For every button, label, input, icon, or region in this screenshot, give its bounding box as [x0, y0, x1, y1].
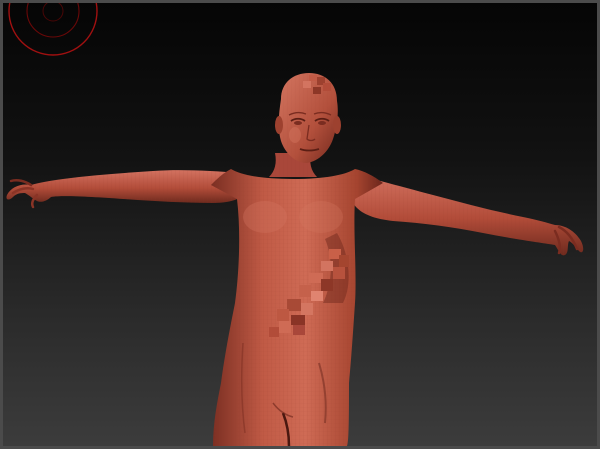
sculpt-application	[0, 0, 600, 449]
head-mesh[interactable]	[275, 73, 341, 163]
right-arm-mesh[interactable]	[351, 173, 584, 256]
navigation-gizmo-icon[interactable]	[3, 3, 99, 63]
3d-viewport[interactable]	[3, 3, 597, 446]
left-arm-mesh[interactable]	[6, 170, 241, 209]
viewport-canvas[interactable]	[3, 3, 597, 446]
